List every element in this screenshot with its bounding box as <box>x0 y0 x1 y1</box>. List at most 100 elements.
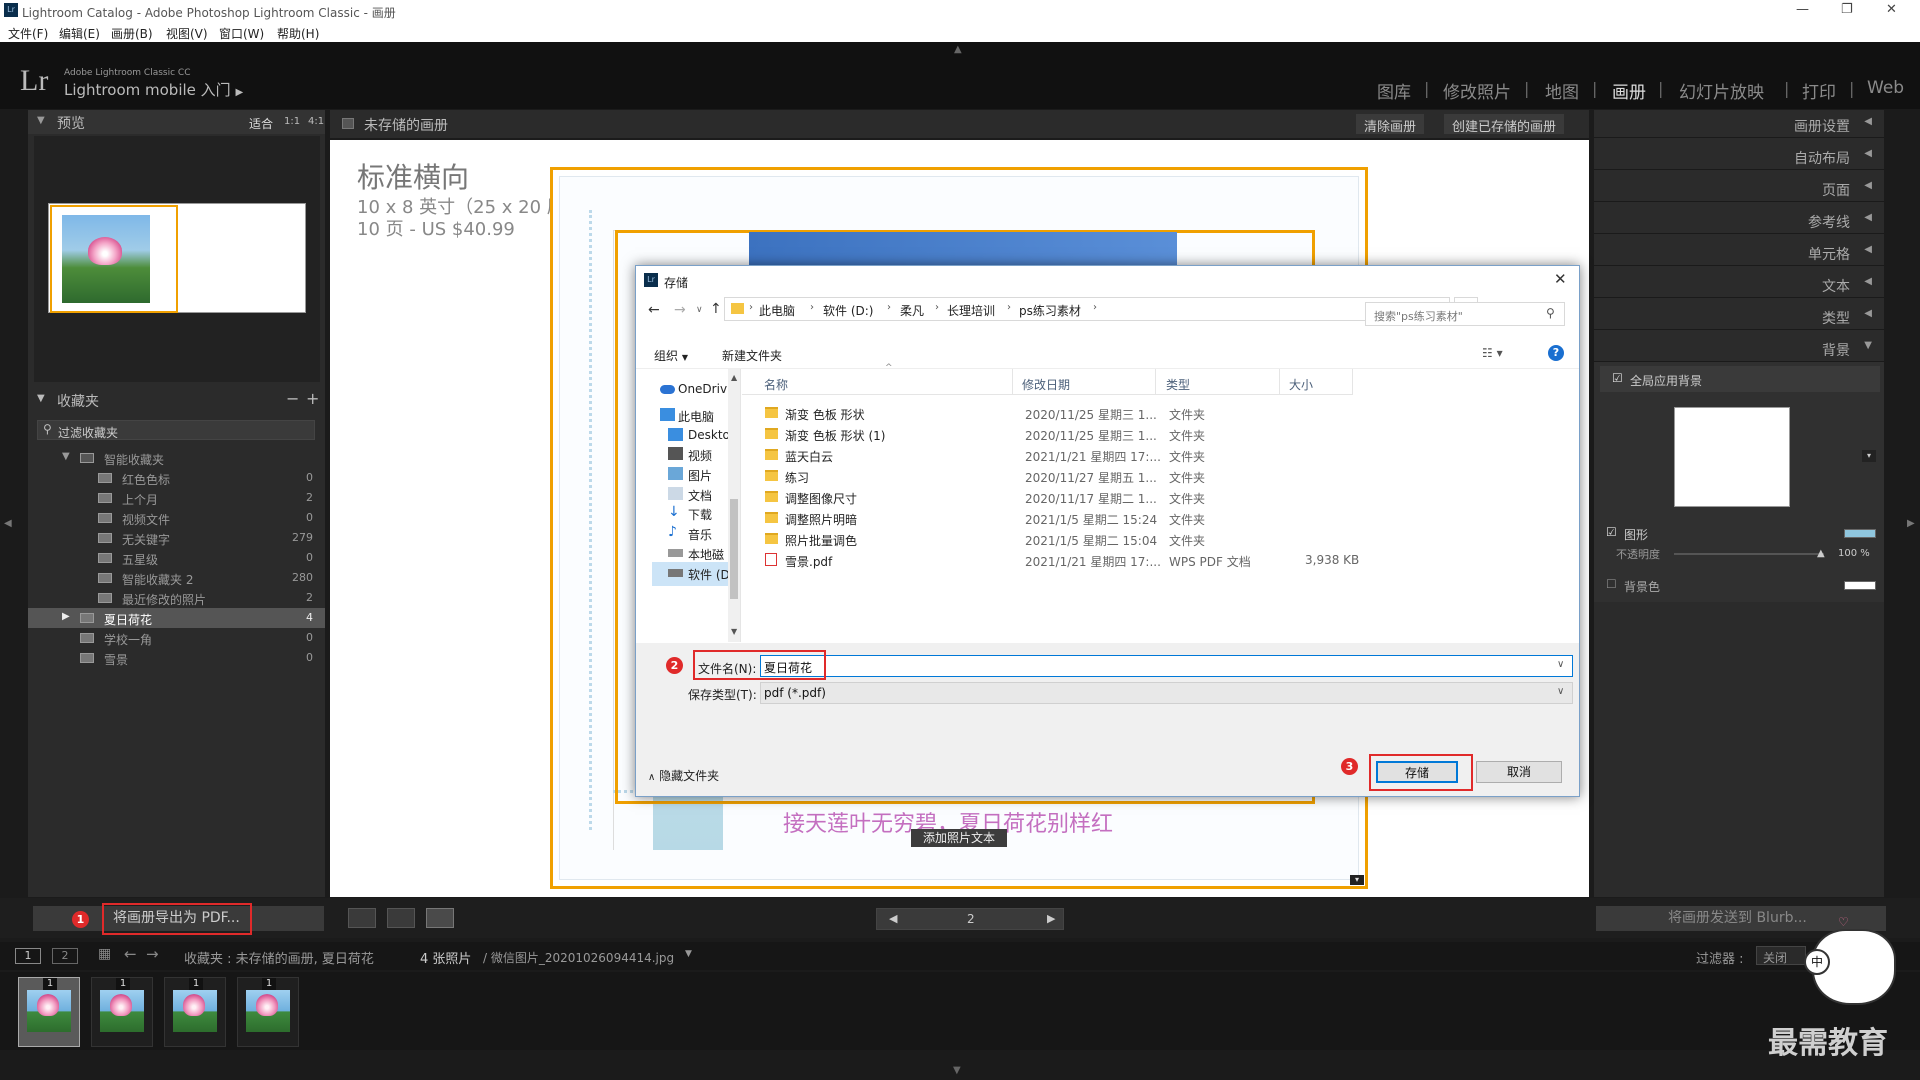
module-library[interactable]: 图库 <box>1377 78 1411 103</box>
file-row[interactable]: 调整图像尺寸 2020/11/17 星期二 1... 文件夹 <box>763 487 1363 508</box>
col-date[interactable]: 修改日期 <box>1022 376 1070 393</box>
zoom-4-1[interactable]: 4:1 <box>308 116 324 127</box>
maximize-button[interactable]: ❐ <box>1841 2 1853 17</box>
bottom-panel-toggle-icon[interactable]: ▼ <box>953 1065 961 1076</box>
breadcrumb-item[interactable]: ps练习素材 <box>1019 302 1081 319</box>
graphic-menu-icon[interactable]: ▾ <box>1862 450 1876 462</box>
dropdown-chevron-icon[interactable]: ∨ <box>1557 659 1564 670</box>
file-row[interactable]: 雪景.pdf 2021/1/21 星期四 17:... WPS PDF 文档 3,93… <box>763 550 1363 571</box>
file-dropdown-icon[interactable]: ▼ <box>685 949 692 959</box>
back-arrow-icon[interactable]: ← <box>648 302 660 318</box>
address-bar[interactable]: › 此电脑 › 软件 (D:) › 柔凡 › 长理培训 › ps练习素材 › ∨ <box>724 297 1450 321</box>
filter-select[interactable]: 关闭 <box>1756 946 1806 965</box>
file-row[interactable]: 调整照片明暗 2021/1/5 星期二 15:24 文件夹 <box>763 508 1363 529</box>
breadcrumb-item[interactable]: 长理培训 <box>947 302 995 319</box>
bg-color-checkbox[interactable]: ☐ <box>1606 577 1617 591</box>
section-background[interactable]: 背景 ▼ <box>1594 334 1884 362</box>
organize-menu[interactable]: 组织 ▼ <box>654 347 688 364</box>
collections-header[interactable]: ▼ 收藏夹 − + <box>28 388 325 412</box>
collection-item[interactable]: 无关键字 279 <box>28 528 325 548</box>
forward-arrow-icon[interactable]: → <box>674 302 686 318</box>
scroll-thumb[interactable] <box>730 499 738 599</box>
background-graphic-preview[interactable] <box>1674 407 1790 507</box>
collection-item[interactable]: 视频文件 0 <box>28 508 325 528</box>
filmstrip-thumb[interactable]: 1 <box>164 977 226 1047</box>
module-map[interactable]: 地图 <box>1545 78 1579 103</box>
file-row[interactable]: 蓝天白云 2021/1/21 星期四 17:... 文件夹 <box>763 445 1363 466</box>
collection-item[interactable]: 最近修改的照片 2 <box>28 588 325 608</box>
back-arrow-icon[interactable]: ← <box>124 945 137 963</box>
global-bg-checkbox[interactable]: ☑ <box>1612 371 1623 385</box>
breadcrumb-item[interactable]: 柔凡 <box>900 302 924 319</box>
single-page-view-icon[interactable] <box>426 908 454 928</box>
close-window-button[interactable]: ✕ <box>1886 2 1897 17</box>
left-panel-toggle-icon[interactable]: ◀ <box>4 518 12 529</box>
menu-edit[interactable]: 编辑(E) <box>59 25 100 42</box>
new-folder-button[interactable]: 新建文件夹 <box>722 347 782 364</box>
filter-collections-input[interactable]: ⚲ 过滤收藏夹 <box>37 420 315 440</box>
filmstrip-thumb[interactable]: 1 <box>18 977 80 1047</box>
close-icon[interactable]: ✕ <box>1554 270 1567 288</box>
add-photo-text-button[interactable]: 添加照片文本 <box>911 829 1007 847</box>
col-type[interactable]: 类型 <box>1166 376 1190 393</box>
menu-file[interactable]: 文件(F) <box>8 25 48 42</box>
file-row[interactable]: 照片批量调色 2021/1/5 星期二 15:04 文件夹 <box>763 529 1363 550</box>
nav-software-d[interactable]: 软件 (D <box>652 562 738 586</box>
nav-scrollbar[interactable]: ▲ ▼ <box>728 369 740 642</box>
prev-page-button[interactable]: ◀ <box>889 912 897 925</box>
top-panel-toggle-icon[interactable]: ▲ <box>954 44 962 55</box>
menu-help[interactable]: 帮助(H) <box>277 25 319 42</box>
add-collection-button[interactable]: + <box>306 389 319 408</box>
multi-page-view-icon[interactable] <box>348 908 376 928</box>
breadcrumb-item[interactable]: 此电脑 <box>759 302 795 319</box>
preview-header[interactable]: ▼ 预览 适合 1:1 4:1 <box>28 110 325 134</box>
identity-line2[interactable]: Lightroom mobile 入门 ▶ <box>64 79 243 100</box>
opacity-slider-track[interactable] <box>1674 553 1824 555</box>
collection-item[interactable]: 上个月 2 <box>28 488 325 508</box>
module-book[interactable]: 画册 <box>1612 78 1646 103</box>
file-row[interactable]: 渐变 色板 形状 2020/11/25 星期三 1... 文件夹 <box>763 403 1363 424</box>
section-cell[interactable]: 单元格 ◀ <box>1594 238 1884 266</box>
filetype-select[interactable]: pdf (*.pdf) ∨ <box>760 682 1573 704</box>
scroll-down-icon[interactable]: ▼ <box>731 627 737 636</box>
monitor-1-button[interactable]: 1 <box>15 948 41 964</box>
bg-color-swatch[interactable] <box>1844 581 1876 590</box>
zoom-1-1[interactable]: 1:1 <box>284 116 300 127</box>
right-panel-toggle-icon[interactable]: ▶ <box>1907 518 1915 529</box>
section-auto-layout[interactable]: 自动布局 ◀ <box>1594 142 1884 170</box>
minimize-button[interactable]: — <box>1796 2 1809 17</box>
clear-book-button[interactable]: 清除画册 <box>1356 114 1425 135</box>
file-row[interactable]: 练习 2020/11/27 星期五 1... 文件夹 <box>763 466 1363 487</box>
opacity-slider-thumb[interactable]: ▲ <box>1817 548 1825 559</box>
cancel-button[interactable]: 取消 <box>1476 761 1562 783</box>
monitor-2-button[interactable]: 2 <box>52 948 78 964</box>
col-name[interactable]: 名称 <box>764 376 788 393</box>
grid-view-icon[interactable]: ▦ <box>98 946 111 962</box>
smart-collections-folder[interactable]: ▼ 智能收藏夹 <box>28 448 325 468</box>
forward-arrow-icon[interactable]: → <box>146 945 159 963</box>
collection-item[interactable]: 智能收藏夹 2 280 <box>28 568 325 588</box>
collection-item[interactable]: 学校一角 0 <box>28 628 325 648</box>
create-saved-book-button[interactable]: 创建已存储的画册 <box>1444 114 1565 135</box>
collection-item[interactable]: 五星级 0 <box>28 548 325 568</box>
collection-item[interactable]: 红色色标 0 <box>28 468 325 488</box>
module-print[interactable]: 打印 <box>1802 78 1836 103</box>
module-slideshow[interactable]: 幻灯片放映 <box>1679 78 1764 103</box>
page-menu-icon[interactable]: ▾ <box>1350 875 1364 885</box>
collection-item-selected[interactable]: ▶ 夏日荷花 4 <box>28 608 325 628</box>
search-input[interactable]: 搜索"ps练习素材" ⚲ <box>1365 302 1565 326</box>
filmstrip-thumb[interactable]: 1 <box>91 977 153 1047</box>
next-page-button[interactable]: ▶ <box>1047 912 1055 925</box>
filmstrip-thumb[interactable]: 1 <box>237 977 299 1047</box>
module-develop[interactable]: 修改照片 <box>1443 78 1511 103</box>
recent-chevron-icon[interactable]: ∨ <box>696 305 703 315</box>
section-book-settings[interactable]: 画册设置 ◀ <box>1594 110 1884 138</box>
menu-view[interactable]: 视图(V) <box>166 25 208 42</box>
remove-collection-button[interactable]: − <box>286 389 299 408</box>
spread-view-icon[interactable] <box>387 908 415 928</box>
menu-window[interactable]: 窗口(W) <box>219 25 264 42</box>
file-row[interactable]: 渐变 色板 形状 (1) 2020/11/25 星期三 1... 文件夹 <box>763 424 1363 445</box>
filmstrip-source[interactable]: 收藏夹 : 未存储的画册, 夏日荷花 <box>184 948 374 967</box>
module-web[interactable]: Web <box>1867 78 1904 98</box>
graphic-checkbox[interactable]: ☑ <box>1606 525 1617 539</box>
